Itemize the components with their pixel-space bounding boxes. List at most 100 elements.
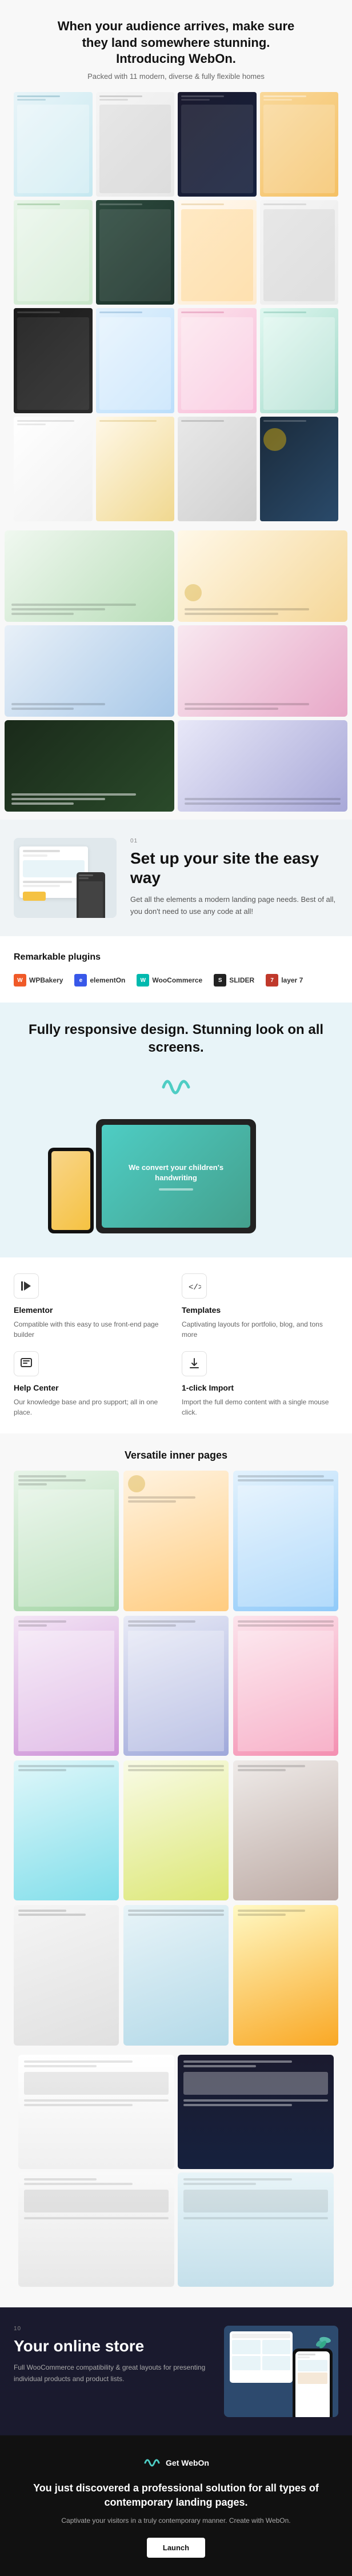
preview-2 — [178, 2055, 334, 2169]
help-icon-box — [14, 1351, 39, 1376]
showcase-row-3 — [0, 720, 352, 812]
slider-icon: S — [214, 974, 226, 987]
preview-3 — [18, 2172, 174, 2287]
leaves-decoration — [313, 2329, 335, 2351]
inner-page-card-4 — [14, 1616, 119, 1756]
inner-page-card-10 — [14, 1905, 119, 2045]
theme-card-5[interactable] — [14, 200, 93, 305]
setup-phone — [77, 872, 105, 918]
store-description: Full WooCommerce compatibility & great l… — [14, 2362, 213, 2384]
preview-4 — [178, 2172, 334, 2287]
feature-templates: </> Templates Captivating layouts for po… — [182, 1273, 338, 1340]
layer7-label: layer 7 — [281, 976, 303, 984]
feature-import-title: 1-click Import — [182, 1383, 338, 1392]
preview-1 — [18, 2055, 174, 2169]
cta-logo-mark — [143, 2454, 161, 2472]
responsive-section: Fully responsive design. Stunning look o… — [0, 1003, 352, 1257]
showcase-card-3 — [5, 625, 174, 717]
plugin-woocommerce: W WooCommerce — [137, 974, 202, 987]
inner-page-card-7 — [14, 1760, 119, 1900]
plugin-wpbakery: W WPBakery — [14, 974, 63, 987]
inner-page-card-6 — [233, 1616, 338, 1756]
features-section: Elementor Compatible with this easy to u… — [0, 1257, 352, 1433]
wpbakery-label: WPBakery — [29, 976, 63, 984]
hero-subtitle: Packed with 11 modern, diverse & fully f… — [14, 72, 338, 81]
import-icon-box — [182, 1351, 207, 1376]
setup-mockup-container — [14, 838, 117, 918]
svg-text:</>: </> — [189, 1283, 201, 1292]
theme-card-13[interactable] — [14, 417, 93, 521]
plugin-layer7: 7 layer 7 — [266, 974, 303, 987]
theme-card-1[interactable] — [14, 92, 93, 197]
setup-description: Get all the elements a modern landing pa… — [130, 894, 338, 918]
inner-page-card-9 — [233, 1760, 338, 1900]
inner-page-card-3 — [233, 1471, 338, 1611]
devices-container: We convert your children's handwriting — [14, 1113, 338, 1239]
theme-card-10[interactable] — [96, 308, 175, 413]
wpbakery-icon: W — [14, 974, 26, 987]
plugins-section: Remarkable plugins W WPBakery e elementO… — [0, 936, 352, 1003]
theme-card-12[interactable] — [260, 308, 339, 413]
setup-mockup — [14, 838, 117, 918]
plugins-title: Remarkable plugins — [14, 952, 338, 962]
features-grid: Elementor Compatible with this easy to u… — [14, 1273, 338, 1417]
responsive-title: Fully responsive design. Stunning look o… — [14, 1021, 338, 1056]
plugin-logos-container: W WPBakery e elementOn W WooCommerce S S… — [14, 974, 338, 987]
tablet-screen: We convert your children's handwriting — [102, 1125, 250, 1228]
showcase-card-4 — [178, 625, 347, 717]
showcase-card-5 — [5, 720, 174, 812]
elementson-label: elementOn — [90, 976, 125, 984]
theme-card-3[interactable] — [178, 92, 257, 197]
inner-page-card-2 — [123, 1471, 229, 1611]
theme-card-14[interactable] — [96, 417, 175, 521]
setup-section: 01 Set up your site the easy way Get all… — [0, 820, 352, 936]
showcase-row-1 — [0, 530, 352, 622]
tablet-screen-text: We convert your children's handwriting — [107, 1163, 245, 1183]
inner-pages-grid — [14, 1471, 338, 2045]
setup-label: 01 — [130, 838, 338, 844]
store-label: 10 — [14, 2326, 213, 2332]
theme-card-9[interactable] — [14, 308, 93, 413]
theme-card-16[interactable] — [260, 417, 339, 521]
feature-help-title: Help Center — [14, 1383, 170, 1392]
inner-page-card-12 — [233, 1905, 338, 2045]
phone-screen — [51, 1151, 90, 1230]
showcase-card-1 — [5, 530, 174, 622]
layer7-icon: 7 — [266, 974, 278, 987]
theme-card-2[interactable] — [96, 92, 175, 197]
feature-help: Help Center Our knowledge base and pro s… — [14, 1351, 170, 1417]
cta-logo: Get WebOn — [14, 2454, 338, 2472]
theme-card-6[interactable] — [96, 200, 175, 305]
templates-icon-box: </> — [182, 1273, 207, 1299]
theme-card-8[interactable] — [260, 200, 339, 305]
woocommerce-icon: W — [137, 974, 149, 987]
theme-card-7[interactable] — [178, 200, 257, 305]
feature-elementor: Elementor Compatible with this easy to u… — [14, 1273, 170, 1340]
showcase-card-2 — [178, 530, 347, 622]
store-phone-screen — [295, 2351, 330, 2417]
inner-pages-section: Versatile inner pages — [0, 1433, 352, 2307]
feature-help-desc: Our knowledge base and pro support; all … — [14, 1397, 170, 1417]
plugin-elementson: e elementOn — [74, 974, 125, 987]
theme-card-15[interactable] — [178, 417, 257, 521]
store-browser — [230, 2331, 293, 2383]
page-previews — [14, 2050, 338, 2291]
feature-templates-title: Templates — [182, 1305, 338, 1315]
store-mockup — [224, 2326, 338, 2417]
cta-section: Get WebOn You just discovered a professi… — [0, 2435, 352, 2576]
device-tablet: We convert your children's handwriting — [96, 1119, 256, 1233]
setup-title: Set up your site the easy way — [130, 849, 338, 887]
setup-content: 01 Set up your site the easy way Get all… — [130, 838, 338, 918]
theme-grid — [14, 92, 338, 413]
plugin-slider: S SLIDER — [214, 974, 254, 987]
launch-button[interactable]: Launch — [147, 2538, 205, 2558]
inner-page-card-11 — [123, 1905, 229, 2045]
cta-brand-text: Get WebOn — [166, 2458, 209, 2467]
theme-card-11[interactable] — [178, 308, 257, 413]
store-phone — [293, 2349, 333, 2417]
hero-title: When your audience arrives, make sure th… — [56, 18, 296, 67]
theme-card-4[interactable] — [260, 92, 339, 197]
hero-section: When your audience arrives, make sure th… — [0, 0, 352, 530]
feature-elementor-title: Elementor — [14, 1305, 170, 1315]
theme-grid-2 — [14, 417, 338, 521]
